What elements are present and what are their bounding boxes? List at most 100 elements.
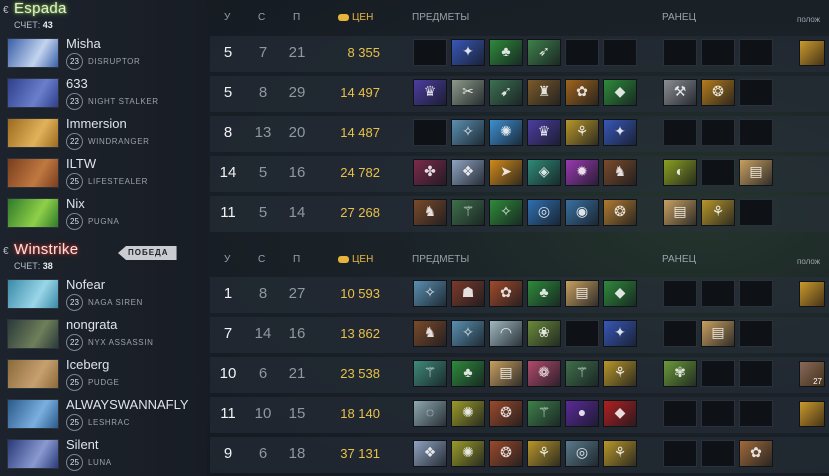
item-slot[interactable]: ● xyxy=(565,400,599,427)
item-slot[interactable]: ♞ xyxy=(603,159,637,186)
item-slot[interactable]: ▤ xyxy=(565,280,599,307)
item-slot[interactable]: ⚘ xyxy=(527,440,561,467)
empty-item-slot[interactable] xyxy=(739,119,773,146)
empty-item-slot[interactable] xyxy=(413,119,447,146)
item-slot[interactable]: ✹ xyxy=(565,159,599,186)
item-slot[interactable]: ♞ xyxy=(413,199,447,226)
player-name[interactable]: nongrata xyxy=(66,317,117,332)
item-slot[interactable]: ✺ xyxy=(489,119,523,146)
item-slot[interactable]: ✾ xyxy=(663,360,697,387)
hero-portrait[interactable] xyxy=(7,359,59,389)
item-slot[interactable]: ✺ xyxy=(451,440,485,467)
empty-item-slot[interactable] xyxy=(413,39,447,66)
empty-item-slot[interactable] xyxy=(739,79,773,106)
empty-item-slot[interactable] xyxy=(663,39,697,66)
item-slot[interactable]: ◎ xyxy=(565,440,599,467)
item-slot[interactable]: ✤ xyxy=(413,159,447,186)
item-slot[interactable]: ✺ xyxy=(451,400,485,427)
item-slot[interactable]: ✧ xyxy=(489,199,523,226)
player-name[interactable]: Silent xyxy=(66,437,99,452)
neutral-item-slot[interactable]: 27 xyxy=(799,361,825,387)
item-slot[interactable]: ▤ xyxy=(739,159,773,186)
hero-portrait[interactable] xyxy=(7,78,59,108)
item-slot[interactable]: ♣ xyxy=(451,360,485,387)
empty-item-slot[interactable] xyxy=(701,360,735,387)
item-slot[interactable]: ☗ xyxy=(451,280,485,307)
item-slot[interactable]: ❂ xyxy=(489,400,523,427)
item-slot[interactable]: ✧ xyxy=(451,320,485,347)
item-slot[interactable]: ◐ xyxy=(663,159,697,186)
item-slot[interactable]: ⚒ xyxy=(663,79,697,106)
item-slot[interactable]: ✧ xyxy=(413,280,447,307)
player-name[interactable]: Nofear xyxy=(66,277,105,292)
item-slot[interactable]: ❖ xyxy=(451,159,485,186)
player-name[interactable]: Misha xyxy=(66,36,101,51)
hero-portrait[interactable] xyxy=(7,399,59,429)
item-slot[interactable]: ⚚ xyxy=(565,360,599,387)
item-slot[interactable]: ♣ xyxy=(527,280,561,307)
item-slot[interactable]: ⚘ xyxy=(603,440,637,467)
item-slot[interactable]: ♣ xyxy=(489,39,523,66)
empty-item-slot[interactable] xyxy=(701,39,735,66)
hero-portrait[interactable] xyxy=(7,439,59,469)
item-slot[interactable]: ❀ xyxy=(527,320,561,347)
item-slot[interactable]: ◉ xyxy=(565,199,599,226)
hero-portrait[interactable] xyxy=(7,118,59,148)
item-slot[interactable]: ❂ xyxy=(603,199,637,226)
item-slot[interactable]: ◌ xyxy=(413,400,447,427)
empty-item-slot[interactable] xyxy=(663,400,697,427)
item-slot[interactable]: ✂ xyxy=(451,79,485,106)
neutral-item-slot[interactable] xyxy=(799,281,825,307)
item-slot[interactable]: ❁ xyxy=(527,360,561,387)
neutral-item-slot[interactable] xyxy=(799,401,825,427)
item-slot[interactable]: ❂ xyxy=(701,79,735,106)
item-slot[interactable]: ◈ xyxy=(527,159,561,186)
empty-item-slot[interactable] xyxy=(701,280,735,307)
empty-item-slot[interactable] xyxy=(663,320,697,347)
empty-item-slot[interactable] xyxy=(663,280,697,307)
hero-portrait[interactable] xyxy=(7,198,59,228)
empty-item-slot[interactable] xyxy=(739,199,773,226)
empty-item-slot[interactable] xyxy=(663,440,697,467)
item-slot[interactable]: ♛ xyxy=(413,79,447,106)
hero-portrait[interactable] xyxy=(7,319,59,349)
item-slot[interactable]: ▤ xyxy=(701,320,735,347)
item-slot[interactable]: ◠ xyxy=(489,320,523,347)
item-slot[interactable]: ✦ xyxy=(603,320,637,347)
empty-item-slot[interactable] xyxy=(739,320,773,347)
player-name[interactable]: Immersion xyxy=(66,116,127,131)
item-slot[interactable]: ❂ xyxy=(489,440,523,467)
neutral-item-slot[interactable] xyxy=(799,40,825,66)
item-slot[interactable]: ⚚ xyxy=(527,400,561,427)
player-name[interactable]: Nix xyxy=(66,196,85,211)
hero-portrait[interactable] xyxy=(7,38,59,68)
empty-item-slot[interactable] xyxy=(565,320,599,347)
item-slot[interactable]: ⚚ xyxy=(451,199,485,226)
item-slot[interactable]: ✿ xyxy=(739,440,773,467)
item-slot[interactable]: ➶ xyxy=(527,39,561,66)
item-slot[interactable]: ⚘ xyxy=(565,119,599,146)
empty-item-slot[interactable] xyxy=(701,119,735,146)
player-name[interactable]: 633 xyxy=(66,76,88,91)
empty-item-slot[interactable] xyxy=(663,119,697,146)
item-slot[interactable]: ♜ xyxy=(527,79,561,106)
item-slot[interactable]: ⚘ xyxy=(701,199,735,226)
hero-portrait[interactable] xyxy=(7,279,59,309)
item-slot[interactable]: ✦ xyxy=(451,39,485,66)
empty-item-slot[interactable] xyxy=(603,39,637,66)
item-slot[interactable]: ✿ xyxy=(489,280,523,307)
item-slot[interactable]: ◎ xyxy=(527,199,561,226)
empty-item-slot[interactable] xyxy=(701,400,735,427)
item-slot[interactable]: ➤ xyxy=(489,159,523,186)
item-slot[interactable]: ✧ xyxy=(451,119,485,146)
empty-item-slot[interactable] xyxy=(701,440,735,467)
empty-item-slot[interactable] xyxy=(701,159,735,186)
player-name[interactable]: ILTW xyxy=(66,156,96,171)
item-slot[interactable]: ⚚ xyxy=(413,360,447,387)
item-slot[interactable]: ▤ xyxy=(663,199,697,226)
empty-item-slot[interactable] xyxy=(565,39,599,66)
empty-item-slot[interactable] xyxy=(739,39,773,66)
item-slot[interactable]: ➹ xyxy=(489,79,523,106)
empty-item-slot[interactable] xyxy=(739,400,773,427)
item-slot[interactable]: ◆ xyxy=(603,79,637,106)
